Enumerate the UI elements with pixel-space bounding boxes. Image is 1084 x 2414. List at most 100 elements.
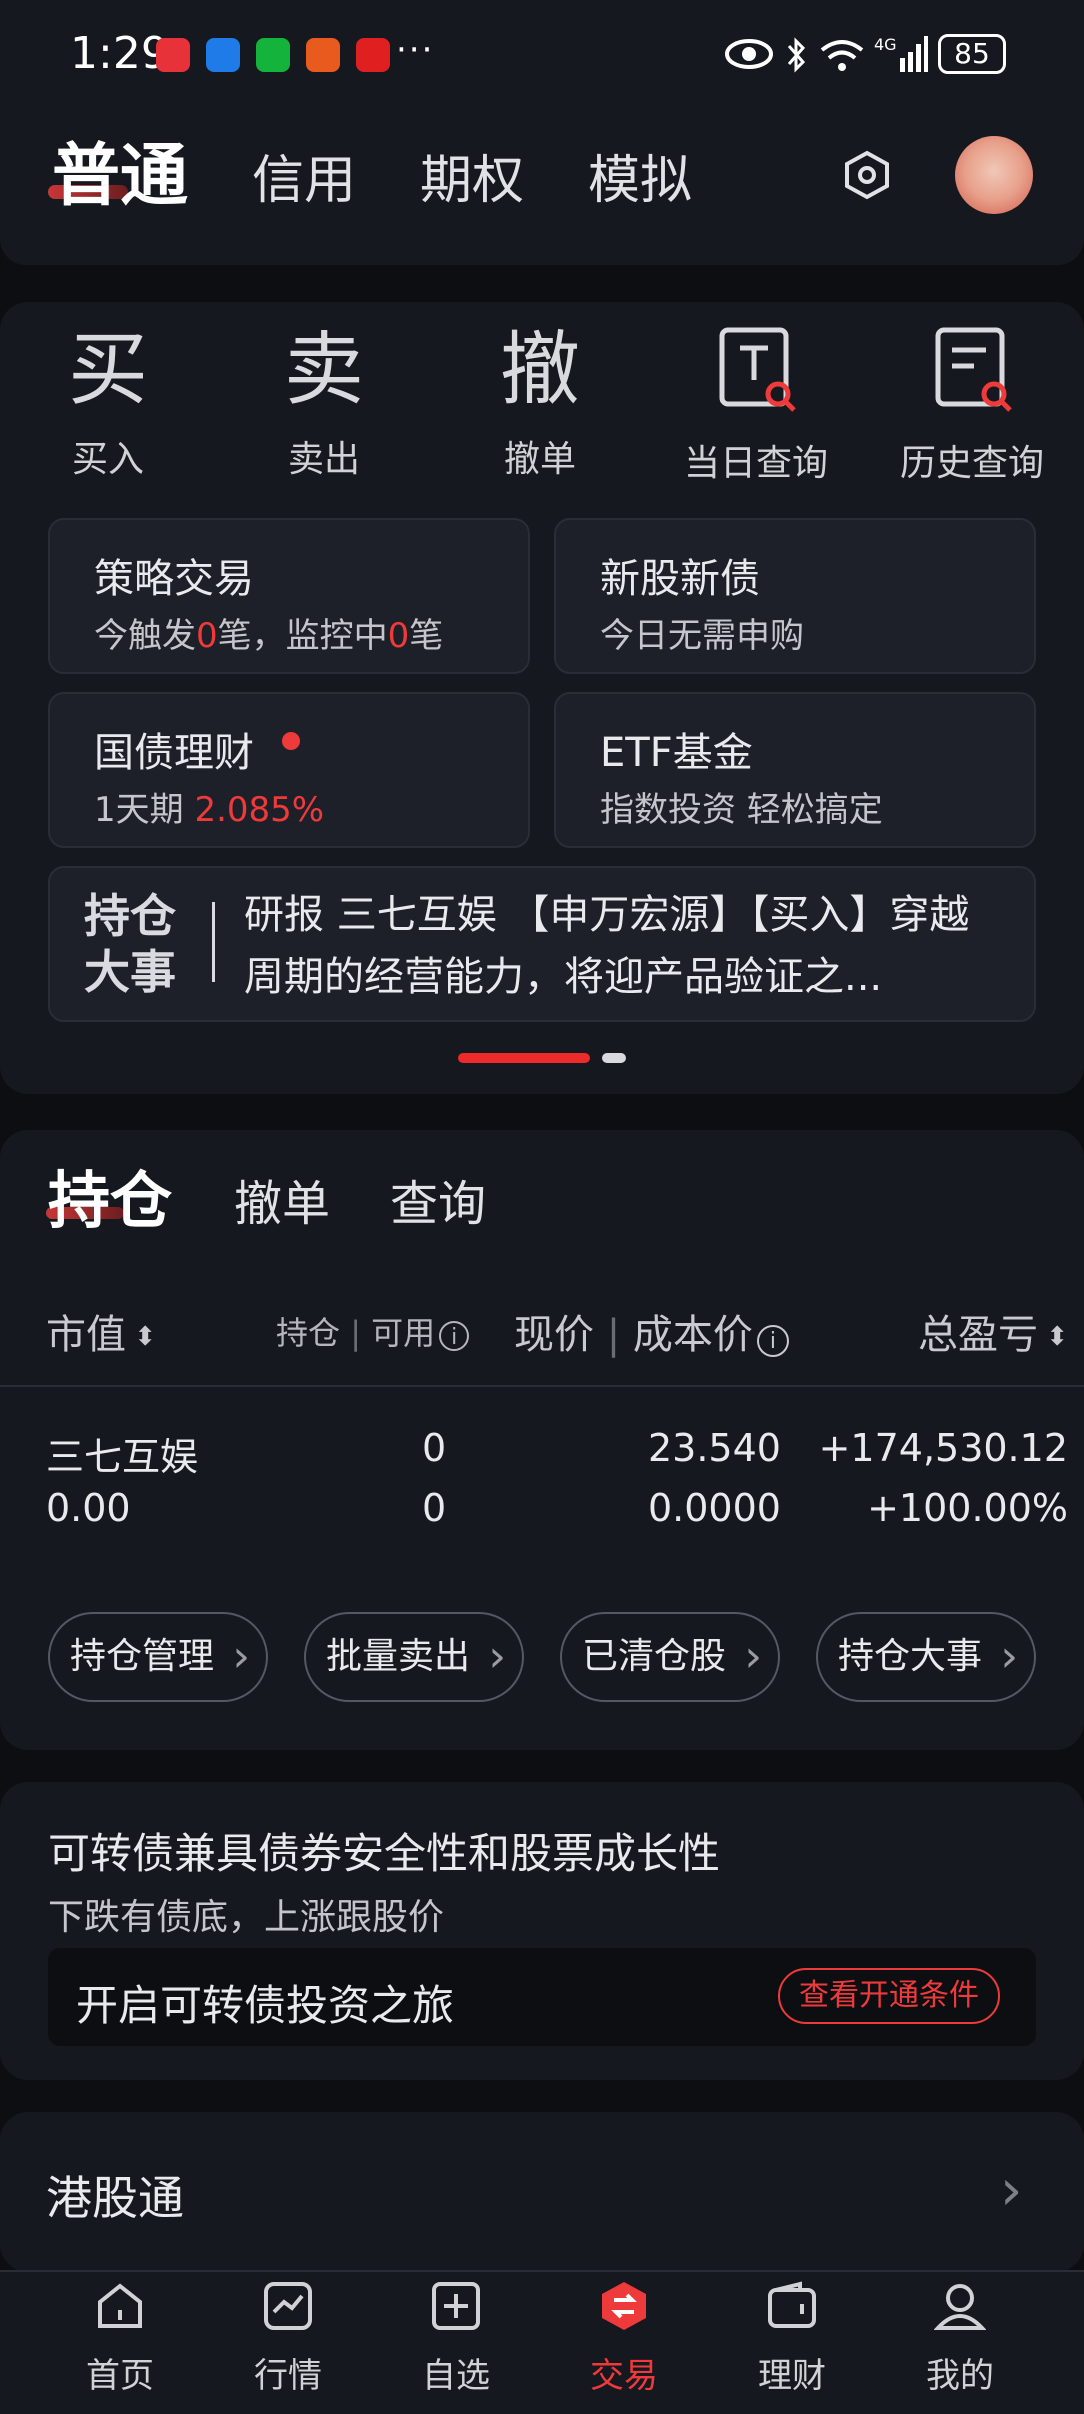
nav-market[interactable]: 行情 xyxy=(218,2280,358,2406)
column-total-pnl[interactable]: 总盈亏 ⬍ xyxy=(918,1302,1068,1360)
nav-home[interactable]: 首页 xyxy=(50,2280,190,2406)
batch-sell-button[interactable]: 批量卖出 › xyxy=(304,1612,524,1702)
today-query-button[interactable]: 当日查询 xyxy=(676,320,836,490)
tab-credit[interactable]: 信用 xyxy=(252,138,356,213)
nav-market-label: 行情 xyxy=(254,2356,322,2396)
avatar-icon[interactable] xyxy=(955,136,1033,214)
table-row[interactable]: 三七互娱 0.00 0 0 23.540 0.0000 +174,530.12 … xyxy=(0,1410,1084,1550)
history-query-label: 历史查询 xyxy=(899,443,1044,484)
buy-button[interactable]: 买 买入 xyxy=(28,320,188,490)
holding-events-badge: 持仓大事 xyxy=(84,889,176,999)
convertible-banner-text: 开启可转债投资之旅 xyxy=(76,1981,455,2030)
ipo-subtitle: 今日无需申购 xyxy=(600,616,804,656)
nav-profile-label: 我的 xyxy=(926,2356,994,2396)
tab-query[interactable]: 查询 xyxy=(390,1164,486,1234)
sell-label: 卖出 xyxy=(287,439,360,480)
ipo-title: 新股新债 xyxy=(600,556,760,602)
svg-text:4G: 4G xyxy=(874,35,897,54)
trade-icon xyxy=(602,2282,646,2330)
holdings-management-button[interactable]: 持仓管理 › xyxy=(48,1612,268,1702)
carousel-indicator xyxy=(602,1053,626,1063)
tab-options[interactable]: 期权 xyxy=(420,138,524,213)
sort-icon: ⬍ xyxy=(126,1322,157,1352)
cost-price: 0.0000 xyxy=(648,1486,781,1530)
hexagon-gear-icon[interactable] xyxy=(842,150,892,200)
history-query-button[interactable]: 历史查询 xyxy=(892,320,1052,490)
status-time: 1:29 xyxy=(70,28,169,79)
tab-normal[interactable]: 普通 xyxy=(52,120,188,219)
tab-cancel-orders[interactable]: 撤单 xyxy=(234,1164,330,1234)
home-icon xyxy=(98,2283,142,2328)
nav-watchlist-label: 自选 xyxy=(422,2356,490,2396)
column-position-available: 持仓 | 可用 i xyxy=(276,1308,470,1354)
sort-icon: ⬍ xyxy=(1038,1322,1069,1352)
treasury-card[interactable]: 国债理财 1天期 2.085% xyxy=(48,692,530,848)
total-pnl-pct: +100.00% xyxy=(867,1486,1068,1530)
available-qty: 0 xyxy=(422,1486,447,1530)
app-notification-icon xyxy=(156,38,190,72)
buy-label: 买入 xyxy=(71,439,144,480)
strategy-title: 策略交易 xyxy=(94,556,254,602)
nav-trade[interactable]: 交易 xyxy=(554,2280,694,2406)
bluetooth-icon xyxy=(787,37,806,73)
weather-notification-icon xyxy=(206,38,240,72)
etf-subtitle: 指数投资 轻松搞定 xyxy=(600,790,883,830)
current-price: 23.540 xyxy=(648,1426,781,1470)
more-notifications-icon: ··· xyxy=(396,30,435,70)
chevron-right-icon: › xyxy=(232,1631,250,1682)
today-query-icon xyxy=(719,327,796,412)
convertible-title: 可转债兼具债券安全性和股票成长性 xyxy=(48,1829,721,1878)
wallet-icon xyxy=(768,2281,816,2328)
holding-events-button[interactable]: 持仓大事 › xyxy=(816,1612,1036,1702)
cancel-order-icon: 撤 xyxy=(500,323,580,416)
column-price-cost: 现价 | 成本价 i xyxy=(514,1302,789,1360)
view-conditions-button[interactable]: 查看开通条件 xyxy=(778,1968,1000,2024)
sell-button[interactable]: 卖 卖出 xyxy=(244,320,404,490)
nav-home-label: 首页 xyxy=(86,2356,154,2396)
history-query-icon xyxy=(935,327,1012,412)
today-query-label: 当日查询 xyxy=(683,443,828,484)
news-notification-icon xyxy=(306,38,340,72)
battery-icon: 85 xyxy=(938,34,1006,74)
tab-holdings[interactable]: 持仓 xyxy=(48,1150,172,1240)
news-divider xyxy=(212,902,215,982)
ipo-card[interactable]: 新股新债 今日无需申购 xyxy=(554,518,1036,674)
market-chart-icon xyxy=(264,2282,312,2330)
cancel-order-button[interactable]: 撤 撤单 xyxy=(460,320,620,490)
tab-simulation[interactable]: 模拟 xyxy=(588,138,692,213)
hk-connect-title: 港股通 xyxy=(46,2171,184,2225)
market-value: 0.00 xyxy=(46,1486,131,1530)
chevron-right-icon: › xyxy=(744,1631,762,1682)
hot-dot-icon xyxy=(282,732,300,750)
column-market-value[interactable]: 市值 ⬍ xyxy=(46,1302,156,1360)
chevron-right-icon: › xyxy=(488,1631,506,1682)
etf-title: ETF基金 xyxy=(600,730,753,776)
strategy-subtitle: 今触发0笔，监控中0笔 xyxy=(94,616,444,656)
total-pnl: +174,530.12 xyxy=(818,1426,1068,1470)
chevron-right-icon: › xyxy=(1000,2158,1023,2223)
position-qty: 0 xyxy=(422,1426,447,1470)
news-text: 研报 三七互娱 【申万宏源】【买入】穿越周期的经营能力，将迎产品验证之... xyxy=(244,892,970,1000)
broker-notification-icon xyxy=(356,38,390,72)
nav-profile[interactable]: 我的 xyxy=(890,2280,1030,2406)
nav-wealth[interactable]: 理财 xyxy=(722,2280,862,2406)
info-icon[interactable]: i xyxy=(756,1325,789,1357)
stock-name: 三七互娱 xyxy=(46,1435,199,1479)
buy-icon: 买 xyxy=(68,323,148,416)
treasury-subtitle: 1天期 2.085% xyxy=(94,790,325,830)
cleared-stocks-button[interactable]: 已清仓股 › xyxy=(560,1612,780,1702)
treasury-title: 国债理财 xyxy=(94,730,254,776)
eye-icon xyxy=(725,39,773,69)
carousel-indicator-active xyxy=(458,1053,590,1063)
add-watchlist-icon xyxy=(432,2282,480,2330)
nav-watchlist[interactable]: 自选 xyxy=(386,2280,526,2406)
profile-icon xyxy=(933,2284,987,2330)
chevron-right-icon: › xyxy=(1000,1631,1018,1682)
etf-card[interactable]: ETF基金 指数投资 轻松搞定 xyxy=(554,692,1036,848)
convertible-subtitle: 下跌有债底，上涨跟股价 xyxy=(48,1897,445,1938)
info-icon[interactable]: i xyxy=(439,1321,470,1351)
header-divider xyxy=(0,1385,1084,1387)
wifi-icon xyxy=(820,40,864,71)
nav-trade-label: 交易 xyxy=(590,2356,658,2396)
strategy-trading-card[interactable]: 策略交易 今触发0笔，监控中0笔 xyxy=(48,518,530,674)
